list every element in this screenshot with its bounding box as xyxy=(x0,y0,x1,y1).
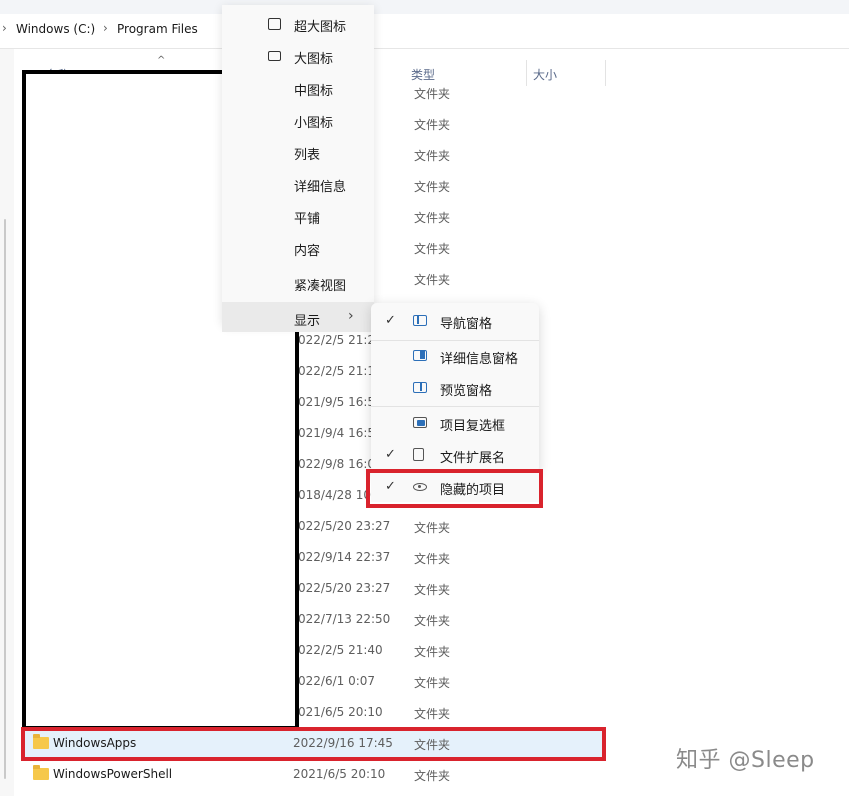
submenu-item-label: 详细信息窗格 xyxy=(440,352,519,367)
highlight-hidden-items xyxy=(366,469,543,508)
item-type: 文件夹 xyxy=(414,273,451,287)
check-icon: ✓ xyxy=(385,313,396,328)
submenu-item-item-checkboxes[interactable]: 项目复选框 xyxy=(371,408,539,438)
menu-item-small-icons[interactable]: 小图标 xyxy=(222,104,374,134)
modified-date: 2021/6/5 20:10 xyxy=(293,767,386,781)
menu-item-extra-large-icons[interactable]: 超大图标 xyxy=(222,8,374,38)
item-type: 文件夹 xyxy=(414,118,451,132)
menu-item-show[interactable]: 显示 › xyxy=(222,302,374,332)
item-type: 文件夹 xyxy=(414,521,451,535)
menu-item-label: 大图标 xyxy=(294,52,334,67)
item-type: 文件夹 xyxy=(414,707,451,721)
menu-item-content[interactable]: 内容 xyxy=(222,232,374,262)
item-type: 文件夹 xyxy=(414,180,451,194)
menu-item-details[interactable]: 详细信息 xyxy=(222,168,374,198)
modified-date: 021/6/5 20:10 xyxy=(298,705,383,719)
title-strip xyxy=(0,0,849,15)
submenu-item-preview-pane[interactable]: 预览窗格 xyxy=(371,373,539,403)
modified-date: 022/6/1 0:07 xyxy=(298,674,376,688)
menu-separator xyxy=(371,406,539,407)
sort-ascending-icon: ^ xyxy=(157,55,166,66)
navigation-pane xyxy=(0,49,14,796)
menu-item-label: 小图标 xyxy=(294,116,334,131)
modified-date: 022/5/20 23:27 xyxy=(298,519,391,533)
address-bar[interactable]: › Windows (C:) › Program Files xyxy=(0,14,849,49)
submenu-item-label: 导航窗格 xyxy=(440,317,493,332)
menu-item-label: 详细信息 xyxy=(294,180,347,195)
item-type: 文件夹 xyxy=(414,242,451,256)
item-type: 文件夹 xyxy=(414,149,451,163)
extra-large-icons-icon xyxy=(268,18,281,30)
breadcrumb-separator: › xyxy=(103,21,108,35)
item-type: 文件夹 xyxy=(414,552,451,566)
menu-item-label: 内容 xyxy=(294,244,321,259)
file-name: WindowsPowerShell xyxy=(53,767,173,781)
menu-item-label: 中图标 xyxy=(294,84,334,99)
breadcrumb-separator: › xyxy=(2,21,7,35)
item-type: 文件夹 xyxy=(414,645,451,659)
modified-date: 022/2/5 21:1 xyxy=(298,364,376,378)
preview-pane-icon xyxy=(413,382,427,393)
details-pane-icon xyxy=(413,350,427,361)
modified-date: 022/5/20 23:27 xyxy=(298,581,391,595)
menu-item-compact-view[interactable]: 紧凑视图 xyxy=(222,267,374,297)
item-type: 文件夹 xyxy=(414,211,451,225)
menu-item-tiles[interactable]: 平铺 xyxy=(222,200,374,230)
highlight-windowsapps-row xyxy=(21,727,606,761)
modified-date: 022/9/14 22:37 xyxy=(298,550,391,564)
chevron-right-icon: › xyxy=(348,308,354,324)
menu-item-list[interactable]: 列表 xyxy=(222,136,374,166)
submenu-item-label: 文件扩展名 xyxy=(440,451,506,466)
menu-item-medium-icons[interactable]: 中图标 xyxy=(222,72,374,102)
modified-date: 022/2/5 21:2 xyxy=(298,333,376,347)
menu-item-label: 列表 xyxy=(294,148,321,163)
breadcrumb-drive[interactable]: Windows (C:) xyxy=(16,22,95,36)
menu-item-label: 平铺 xyxy=(294,212,321,227)
modified-date: 022/2/5 21:40 xyxy=(298,643,383,657)
submenu-item-details-pane[interactable]: 详细信息窗格 xyxy=(371,341,539,371)
show-submenu: ✓ 导航窗格 详细信息窗格 预览窗格 项目复选框 ✓ 文件扩展名 xyxy=(371,303,539,473)
file-extension-icon xyxy=(413,448,424,461)
item-type: 文件夹 xyxy=(414,87,451,101)
submenu-item-file-extensions[interactable]: ✓ 文件扩展名 xyxy=(371,440,539,470)
navigation-scrollbar[interactable] xyxy=(4,219,6,779)
modified-date: 021/9/4 16:5 xyxy=(298,426,376,440)
watermark: 知乎 @Sleep xyxy=(676,748,815,773)
submenu-item-label: 预览窗格 xyxy=(440,384,493,399)
menu-item-label: 超大图标 xyxy=(294,20,347,35)
large-icons-icon xyxy=(268,51,281,61)
modified-date: 018/4/28 10 xyxy=(298,488,371,502)
submenu-item-label: 项目复选框 xyxy=(440,419,506,434)
item-checkbox-icon xyxy=(413,417,427,428)
view-menu: 超大图标 大图标 中图标 小图标 列表 详细信息 平铺 内容 紧凑视图 显示 › xyxy=(222,5,374,332)
file-row-windowspowershell[interactable]: WindowsPowerShell 2021/6/5 20:10 文件夹 xyxy=(22,759,604,789)
item-type: 文件夹 xyxy=(414,583,451,597)
modified-date: 022/7/13 22:50 xyxy=(298,612,391,626)
submenu-item-navigation-pane[interactable]: ✓ 导航窗格 xyxy=(371,306,539,336)
item-type: 文件夹 xyxy=(414,614,451,628)
modified-date: 021/9/5 16:5 xyxy=(298,395,376,409)
breadcrumb-program-files[interactable]: Program Files xyxy=(117,22,198,36)
modified-date: 022/9/8 16:0 xyxy=(298,457,376,471)
folder-icon xyxy=(33,765,49,780)
check-icon: ✓ xyxy=(385,447,396,462)
menu-item-label: 显示 xyxy=(294,314,321,329)
navigation-pane-icon xyxy=(413,315,427,326)
item-type: 文件夹 xyxy=(414,769,451,783)
menu-item-label: 紧凑视图 xyxy=(294,279,347,294)
menu-item-large-icons[interactable]: 大图标 xyxy=(222,40,374,70)
item-type: 文件夹 xyxy=(414,676,451,690)
column-divider[interactable] xyxy=(605,60,606,86)
